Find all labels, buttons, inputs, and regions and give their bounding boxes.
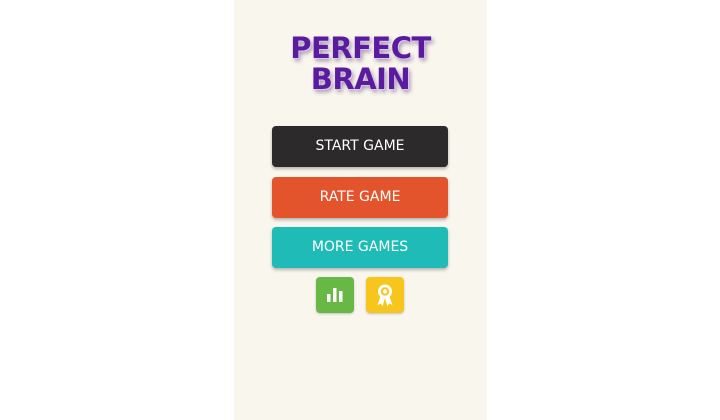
game-screen: PERFECT BRAIN START GAME RATE GAME MORE … (234, 0, 487, 420)
rate-game-button[interactable]: RATE GAME (272, 177, 448, 218)
leaderboard-button[interactable] (316, 277, 354, 313)
start-game-button[interactable]: START GAME (272, 126, 448, 167)
bar-chart-icon (327, 288, 343, 302)
game-title-line-1: PERFECT (290, 31, 431, 65)
achievements-button[interactable] (366, 277, 404, 313)
game-title: PERFECT BRAIN (234, 33, 487, 95)
more-games-button[interactable]: MORE GAMES (272, 227, 448, 268)
game-title-line-2: BRAIN (310, 62, 411, 96)
award-ribbon-icon (377, 284, 393, 307)
